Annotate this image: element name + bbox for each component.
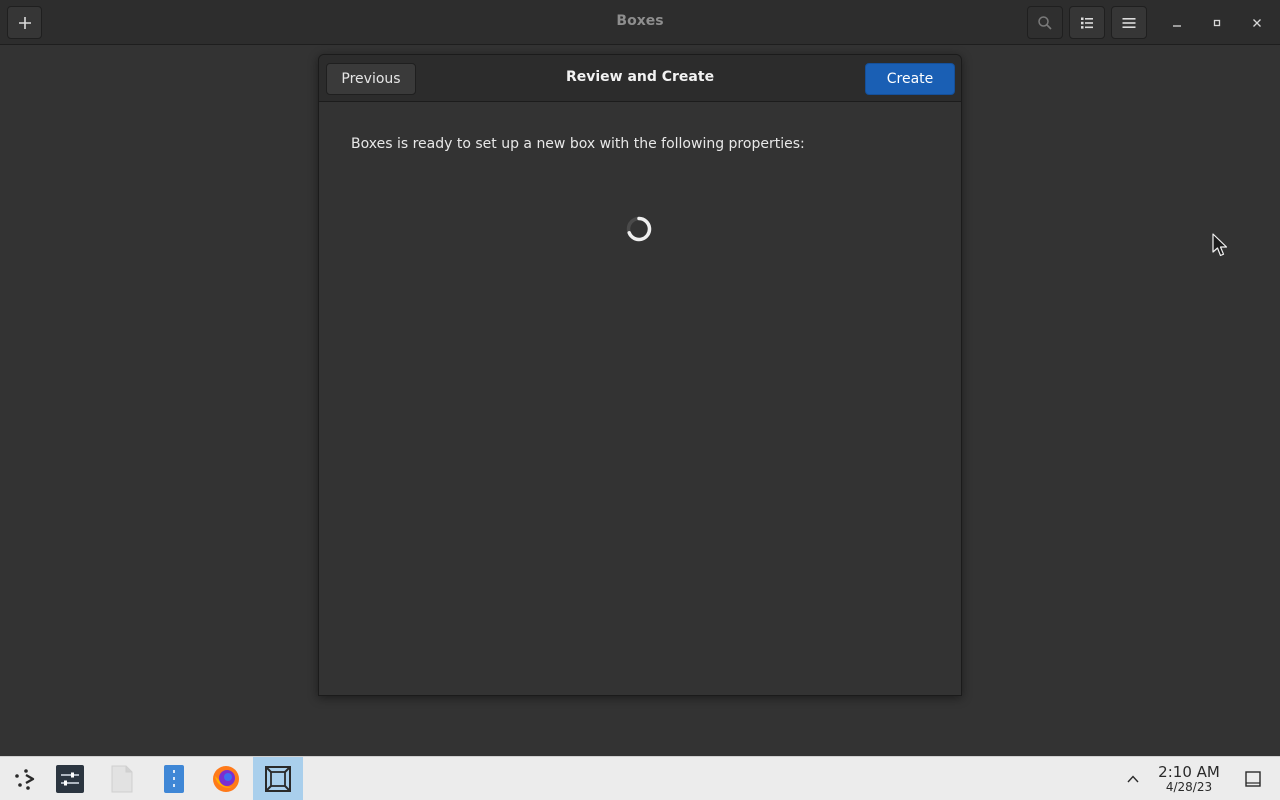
dialog-message: Boxes is ready to set up a new box with … [351, 136, 805, 152]
search-button[interactable] [1027, 6, 1063, 39]
clock-date[interactable]: 4/28/23 [1150, 780, 1228, 794]
taskbar-notes-app[interactable] [149, 757, 199, 800]
hamburger-menu-icon [1122, 17, 1136, 28]
view-toggle-button[interactable] [1069, 6, 1105, 39]
show-desktop-icon [1245, 771, 1261, 787]
notes-icon [164, 764, 184, 793]
taskbar-settings-app[interactable] [45, 757, 95, 800]
mouse-cursor-icon [1212, 233, 1228, 257]
close-button[interactable] [1246, 12, 1268, 34]
loading-spinner-icon [626, 216, 652, 242]
taskbar-boxes-app[interactable] [253, 757, 303, 800]
minimize-icon [1173, 25, 1181, 27]
close-icon [1253, 19, 1261, 27]
search-icon [1038, 15, 1052, 30]
firefox-icon [213, 765, 239, 792]
dialog-header: Previous Review and Create Create [319, 55, 961, 102]
settings-panel-icon [56, 764, 84, 793]
boxes-icon [265, 765, 291, 792]
show-desktop-button[interactable] [1241, 767, 1265, 791]
taskbar-firefox-app[interactable] [201, 757, 251, 800]
create-button[interactable]: Create [865, 63, 955, 95]
taskbar: 2:10 AM 4/28/23 [0, 756, 1280, 800]
app-launcher-button[interactable] [0, 757, 50, 800]
maximize-icon [1213, 19, 1221, 27]
minimize-button[interactable] [1166, 12, 1188, 34]
main-menu-button[interactable] [1111, 6, 1147, 39]
clock-time[interactable]: 2:10 AM [1150, 763, 1228, 781]
taskbar-files-app[interactable] [97, 757, 147, 800]
document-icon [111, 765, 133, 792]
boxes-window: Boxes Previous Review and Create Create … [0, 0, 1280, 756]
chevron-up-icon [1127, 775, 1139, 783]
header-bar: Boxes [0, 0, 1280, 45]
list-view-icon [1081, 17, 1093, 29]
system-tray-expand-button[interactable] [1121, 767, 1145, 791]
app-launcher-icon [15, 768, 35, 790]
maximize-button[interactable] [1206, 12, 1228, 34]
review-and-create-dialog: Previous Review and Create Create Boxes … [318, 54, 962, 696]
